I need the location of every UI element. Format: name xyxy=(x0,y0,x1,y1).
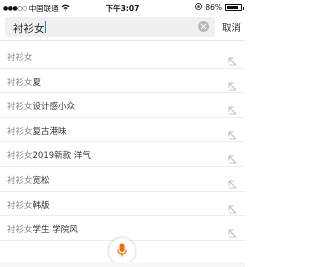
clear-icon[interactable] xyxy=(198,21,209,32)
divider xyxy=(0,40,245,41)
suggestion-suffix: 韩版 xyxy=(32,200,50,211)
suggestion-suffix: 宽松 xyxy=(32,175,50,186)
arrow-up-left-icon[interactable] xyxy=(228,125,237,140)
battery-fill xyxy=(227,6,239,9)
suggestion-prefix: 衬衫女 xyxy=(7,102,33,113)
arrow-up-left-icon[interactable] xyxy=(228,223,237,238)
suggestion-prefix: 衬衫女 xyxy=(7,53,33,63)
suggestion-list: 衬衫女 衬衫女夏 衬衫女设计感小众 衬衫女复古港味 衬衫女2019新款 洋气 衬衫女宽松衬… xyxy=(0,44,245,241)
arrow-up-left-icon[interactable] xyxy=(228,76,237,90)
status-right: 86% xyxy=(195,3,244,12)
suggestion-item[interactable]: 衬衫女复古港味 xyxy=(0,118,245,143)
suggestion-label: 衬衫女韩版 xyxy=(7,199,50,211)
suggestion-prefix: 衬衫女 xyxy=(7,126,33,137)
suggestion-suffix: 学生 学院风 xyxy=(32,225,78,236)
suggestion-label: 衬衫女设计感小众 xyxy=(7,100,75,112)
suggestion-prefix: 衬衫女 xyxy=(7,151,33,162)
battery-percent: 86% xyxy=(205,3,222,12)
search-input[interactable]: 衬衫女 xyxy=(5,17,215,37)
search-bar: 衬衫女 取消 xyxy=(0,15,245,39)
suggestion-item[interactable]: 衬衫女韩版 xyxy=(0,192,245,217)
search-query[interactable]: 衬衫女 xyxy=(13,21,45,36)
suggestion-prefix: 衬衫女 xyxy=(7,77,33,88)
suggestion-item[interactable]: 衬衫女2019新款 洋气 xyxy=(0,142,245,167)
suggestion-item[interactable]: 衬衫女夏 xyxy=(0,69,245,94)
bottom-bar xyxy=(0,262,245,267)
suggestion-item[interactable]: 衬衫女宽松 xyxy=(0,167,245,192)
suggestion-suffix: 复古港味 xyxy=(32,126,67,137)
suggestion-label: 衬衫女 xyxy=(7,51,33,63)
battery-icon xyxy=(225,4,244,11)
suggestion-label: 衬衫女宽松 xyxy=(7,174,50,186)
suggestion-label: 衬衫女学生 学院风 xyxy=(7,223,78,235)
arrow-up-left-icon[interactable] xyxy=(228,174,237,189)
suggestion-item[interactable]: 衬衫女设计感小众 xyxy=(0,93,245,118)
suggestion-prefix: 衬衫女 xyxy=(7,200,33,211)
suggestion-suffix: 设计感小众 xyxy=(32,102,76,113)
suggestion-item[interactable]: 衬衫女 xyxy=(0,44,245,69)
arrow-up-left-icon[interactable] xyxy=(228,100,237,115)
suggestion-prefix: 衬衫女 xyxy=(7,225,33,236)
microphone-icon xyxy=(117,242,127,261)
orientation-lock-icon xyxy=(195,3,203,12)
cancel-button[interactable]: 取消 xyxy=(222,20,241,34)
suggestion-label: 衬衫女2019新款 洋气 xyxy=(7,149,91,161)
suggestion-suffix: 夏 xyxy=(32,77,42,88)
arrow-up-left-icon[interactable] xyxy=(228,199,237,213)
voice-search-button[interactable] xyxy=(109,238,135,264)
arrow-up-left-icon[interactable] xyxy=(228,51,237,66)
text-caret xyxy=(45,21,46,33)
suggestion-prefix: 衬衫女 xyxy=(7,175,33,186)
suggestion-label: 衬衫女复古港味 xyxy=(7,125,67,137)
arrow-up-left-icon[interactable] xyxy=(228,149,237,164)
suggestion-suffix: 2019新款 洋气 xyxy=(32,151,91,162)
suggestion-label: 衬衫女夏 xyxy=(7,76,41,88)
status-bar: ●●●○○ 中国联通 下午3:07 86% xyxy=(0,0,245,14)
